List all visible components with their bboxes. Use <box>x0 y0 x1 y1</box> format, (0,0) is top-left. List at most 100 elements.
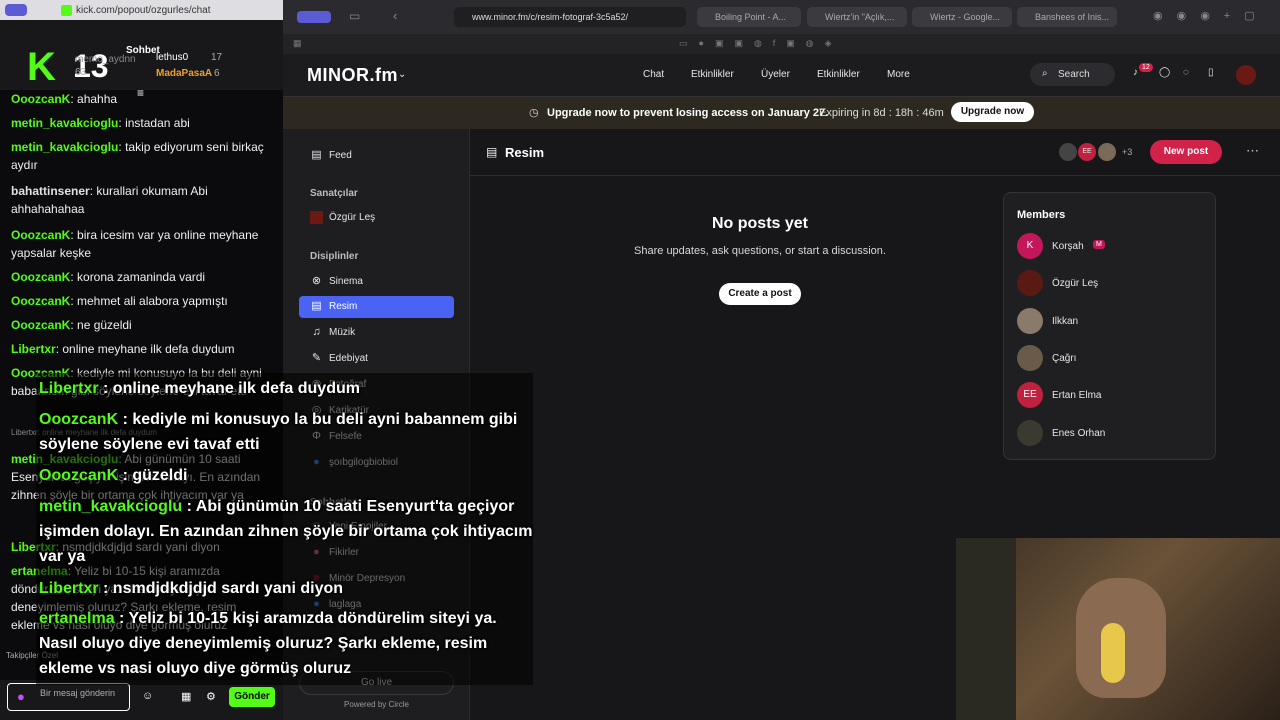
site-logo[interactable]: MINOR.fm <box>307 65 398 86</box>
browser-toolbar: ▭ ‹ www.minor.fm/c/resim-fotograf-3c5a52… <box>283 0 1280 34</box>
chat-message[interactable]: metin_kavakcioglu: instadan abi <box>11 114 271 132</box>
store-icon[interactable]: ▦ <box>181 690 191 703</box>
emote-icon[interactable]: ☺ <box>142 690 153 702</box>
member-row[interactable]: Özgür Leş <box>1017 270 1207 296</box>
browser-tab[interactable]: Boiling Point - A... <box>697 7 801 27</box>
chat-browser-tab[interactable]: kick.com/popout/ozgurles/chat <box>0 0 283 20</box>
messages-icon[interactable]: ◌ <box>1183 67 1189 78</box>
browser-profile-icon[interactable] <box>297 11 331 23</box>
upgrade-now-button[interactable]: Upgrade now <box>951 102 1034 122</box>
member-row[interactable]: Enes Orhan <box>1017 420 1207 446</box>
chat-username[interactable]: OoozcanK <box>11 294 70 308</box>
sidebar-item-sinema[interactable]: ⊗ Sinema <box>299 271 454 293</box>
chat-message[interactable]: OoozcanK: korona zamaninda vardi <box>11 268 271 286</box>
mic-icon[interactable]: ● <box>17 689 25 704</box>
chat-username[interactable]: metin_kavakcioglu <box>11 140 118 154</box>
chat-username[interactable]: Libertxr <box>11 342 56 356</box>
sidebar-item-ozgur[interactable]: Özgür Leş <box>299 207 454 229</box>
send-button[interactable]: Gönder <box>229 687 275 707</box>
nav-members[interactable]: Üyeler <box>761 69 790 80</box>
chat-username[interactable]: metin_kavakcioglu <box>11 452 118 466</box>
chat-username[interactable]: OoozcanK <box>11 366 70 380</box>
sidebar-item-feed[interactable]: ▤ Feed <box>299 145 454 167</box>
sidebar-item-karikatur[interactable]: ◎ Karikatür <box>299 400 454 422</box>
chat-username[interactable]: OoozcanK <box>11 92 70 106</box>
chat-username[interactable]: OoozcanK <box>11 228 70 242</box>
sidebar-item-label: Minör Depresyon <box>329 573 406 584</box>
chat-message[interactable]: Libertxr: nsmdjdkdjdjd sardı yani diyon <box>11 538 271 556</box>
sidebar-item-felsefe[interactable]: Φ Felsefe <box>299 426 454 448</box>
browser-tab[interactable]: Wiertz'in "Açlık,... <box>807 7 907 27</box>
member-row[interactable]: Ilkkan <box>1017 308 1207 334</box>
member-name: Çağrı <box>1052 353 1077 364</box>
bookmark-icons[interactable]: ▭●▣▣◍f▣◍◈ <box>679 38 843 49</box>
back-arrow-icon[interactable]: ‹ <box>393 8 397 23</box>
bookmark-icon[interactable]: ▯ <box>1208 67 1214 78</box>
settings-gear-icon[interactable]: ⚙ <box>206 690 216 703</box>
chat-username[interactable]: ertanelma <box>11 564 68 578</box>
sidebar-icon[interactable]: ▭ <box>349 9 360 23</box>
sidebar-item-fotograf[interactable]: ◉ Fotoğraf <box>299 374 454 396</box>
chat-username[interactable]: bahattinsener <box>11 184 90 198</box>
create-post-button[interactable]: Create a post <box>719 283 801 305</box>
leaderboard-name: lethus0 <box>156 52 189 63</box>
kick-favicon-icon <box>61 4 72 16</box>
chat-username[interactable]: metin_kavakcioglu <box>11 116 118 130</box>
chat-message[interactable]: OoozcanK: kediyle mi konusuyo la bu deli… <box>11 364 271 400</box>
nav-events[interactable]: Etkinlikler <box>691 69 734 80</box>
chat-message[interactable]: OoozcanK: bira icesim var ya online meyh… <box>11 226 271 262</box>
sidebar-toggle-icon[interactable] <box>5 4 27 16</box>
nav-more[interactable]: More <box>887 69 910 80</box>
member-row[interactable]: K Korşah M <box>1017 233 1207 259</box>
sidebar-item-depresyon[interactable]: ■ Minör Depresyon <box>299 568 454 590</box>
chat-message[interactable]: OoozcanK: ahahha <box>11 90 271 108</box>
chevron-down-icon[interactable]: ⌄ <box>398 69 406 80</box>
chat-username[interactable]: OoozcanK <box>11 270 70 284</box>
chat-bubble-icon[interactable]: ◯ <box>1159 67 1170 78</box>
sidebar-item-fikirler[interactable]: ● Fikirler <box>299 542 454 564</box>
pen-icon: ◎ <box>311 404 322 416</box>
chat-message[interactable]: metin_kavakcioglu: Abi günümün 10 saati … <box>11 450 271 504</box>
browser-tab[interactable]: Banshees of Inis... <box>1017 7 1117 27</box>
bell-icon[interactable]: ♪ <box>1133 67 1138 78</box>
sidebar-item-resim[interactable]: ▤ Resim <box>299 296 454 318</box>
member-name: Özgür Leş <box>1052 278 1099 289</box>
member-row[interactable]: EE Ertan Elma <box>1017 382 1207 408</box>
sidebar-item-custom[interactable]: ● şoıbgilogbiobiol <box>299 452 454 474</box>
nav-events-2[interactable]: Etkinlikler <box>817 69 860 80</box>
chat-message[interactable]: bahattinsener: kurallari okumam Abi ahha… <box>11 182 271 218</box>
leaderboard-name: MadaPasaA <box>156 68 213 79</box>
chat-message[interactable]: OoozcanK: ne güzeldi <box>11 316 271 334</box>
avatar <box>1017 270 1043 296</box>
avatar: EE <box>1078 143 1096 161</box>
powered-by[interactable]: Powered by Circle <box>283 700 470 709</box>
chat-message[interactable]: metin_kavakcioglu: takip ediyorum seni b… <box>11 138 271 174</box>
search-icon: ⌕ <box>1042 68 1048 79</box>
chat-message-input[interactable]: Bir mesaj gönderin <box>7 683 130 711</box>
new-post-button[interactable]: New post <box>1150 140 1222 164</box>
sidebar-item-laglaga[interactable]: ● laglaga <box>299 594 454 616</box>
user-avatar[interactable] <box>1236 65 1256 85</box>
space-header: ▤ Resim EE +3 New post ⋯ <box>470 129 1280 176</box>
browser-action-icons[interactable]: ◉◉◉+▢ <box>1153 9 1269 22</box>
empty-title: No posts yet <box>711 215 808 232</box>
reply-hint: Libertxr: online meyhane ilk defa duydum <box>11 428 157 437</box>
chat-colon: : <box>70 294 78 308</box>
image-icon: ▤ <box>486 145 498 159</box>
browser-tab[interactable]: Wiertz - Google... <box>912 7 1012 27</box>
address-bar[interactable]: www.minor.fm/c/resim-fotograf-3c5a52/ <box>454 7 686 27</box>
member-row[interactable]: Çağrı <box>1017 345 1207 371</box>
sidebar-item-edebiyat[interactable]: ✎ Edebiyat <box>299 348 454 370</box>
sidebar-item-emojiler[interactable]: ☺ Yeni Emojiler <box>299 516 454 538</box>
chat-username[interactable]: Libertxr <box>11 540 56 554</box>
chat-message[interactable]: OoozcanK: mehmet ali alabora yapmıştı <box>11 292 271 310</box>
chat-message-list[interactable]: OoozcanK: ahahha metin_kavakcioglu: insta… <box>0 90 283 675</box>
sidebar-item-muzik[interactable]: ♫ Müzik <box>299 322 454 344</box>
chat-message[interactable]: Libertxr: online meyhane ilk defa duydum <box>11 340 271 358</box>
grid-icon[interactable]: ▦ <box>293 38 302 49</box>
chat-message[interactable]: ertanelma: Yeliz bi 10-15 kişi aramızda … <box>11 562 271 634</box>
chat-username[interactable]: OoozcanK <box>11 318 70 332</box>
more-options-icon[interactable]: ⋯ <box>1246 143 1259 159</box>
go-live-button[interactable]: Go live <box>299 671 454 695</box>
nav-chat[interactable]: Chat <box>643 69 664 80</box>
